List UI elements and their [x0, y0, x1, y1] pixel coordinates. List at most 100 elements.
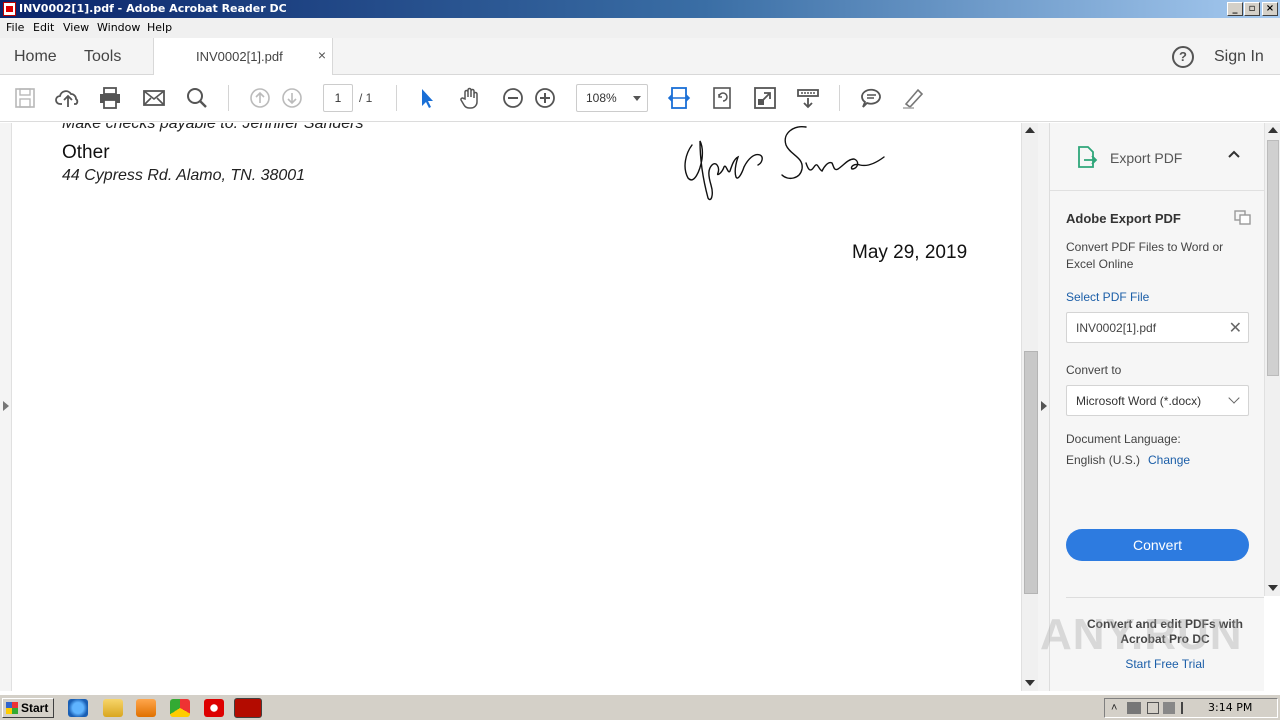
email-icon[interactable]	[141, 85, 167, 111]
toolbar-separator	[396, 85, 397, 111]
full-screen-icon[interactable]	[752, 85, 778, 111]
document-date: May 29, 2019	[852, 242, 968, 263]
tab-tools[interactable]: Tools	[84, 48, 121, 66]
close-tab-icon[interactable]: ×	[318, 47, 326, 63]
title-bar: INV0002[1].pdf - Adobe Acrobat Reader DC…	[0, 0, 1280, 18]
convert-button[interactable]: Convert	[1066, 529, 1249, 561]
export-pdf-pane: Export PDF Adobe Export PDF Convert PDF …	[1050, 123, 1264, 691]
next-page-icon[interactable]	[279, 85, 305, 111]
anyrun-watermark: ANY.RUN	[1040, 610, 1243, 659]
copy-icon[interactable]	[1234, 210, 1252, 226]
scroll-up-icon[interactable]	[1025, 127, 1035, 133]
tab-home[interactable]: Home	[14, 48, 57, 66]
show-hidden-icons-icon[interactable]: ˄	[1111, 702, 1117, 714]
close-window-button[interactable]: ×	[1262, 2, 1278, 16]
tab-document[interactable]: INV0002[1].pdf ×	[153, 38, 333, 75]
chevron-up-icon[interactable]	[1228, 148, 1240, 160]
menu-bar: File Edit View Window Help	[0, 18, 1280, 38]
signature-image	[684, 126, 885, 201]
opera-icon[interactable]	[204, 699, 224, 717]
zoom-level-value: 108%	[586, 91, 617, 105]
sign-in-link[interactable]: Sign In	[1214, 48, 1264, 66]
rotate-icon[interactable]	[709, 85, 735, 111]
start-button[interactable]: Start	[2, 698, 54, 718]
document-language-label: Document Language:	[1066, 432, 1181, 446]
scroll-down-icon[interactable]	[1268, 585, 1278, 591]
save-icon[interactable]	[12, 85, 38, 111]
export-description: Convert PDF Files to Word or Excel Onlin…	[1066, 240, 1224, 271]
select-pdf-file-link[interactable]: Select PDF File	[1066, 290, 1149, 304]
flag-icon[interactable]	[1181, 702, 1193, 714]
prev-page-icon[interactable]	[247, 85, 273, 111]
scroll-down-icon[interactable]	[1025, 680, 1035, 686]
selected-file-field[interactable]: INV0002[1].pdf ✕	[1066, 312, 1249, 343]
taskbar: Start ˄ 3:14 PM	[0, 694, 1280, 720]
print-icon[interactable]	[97, 85, 123, 111]
adobe-export-heading: Adobe Export PDF	[1066, 211, 1181, 226]
toolbar-separator	[228, 85, 229, 111]
help-icon[interactable]: ?	[1172, 46, 1194, 68]
export-pdf-header[interactable]: Export PDF	[1050, 123, 1264, 191]
media-player-icon[interactable]	[136, 699, 156, 717]
left-panel-toggle[interactable]	[0, 123, 12, 691]
scroll-up-icon[interactable]	[1268, 127, 1278, 133]
select-arrow-icon[interactable]	[414, 85, 440, 111]
internet-explorer-icon[interactable]	[68, 699, 88, 717]
tab-bar: Home Tools INV0002[1].pdf × ? Sign In	[0, 38, 1280, 75]
convert-to-label: Convert to	[1066, 363, 1122, 377]
clock: 3:14 PM	[1208, 701, 1253, 714]
window-title: INV0002[1].pdf - Adobe Acrobat Reader DC	[19, 2, 287, 15]
convert-format-value: Microsoft Word (*.docx)	[1076, 394, 1202, 408]
clear-file-icon[interactable]: ✕	[1229, 318, 1242, 338]
scrollbar-thumb[interactable]	[1267, 140, 1279, 376]
start-label: Start	[21, 701, 49, 715]
page-total: / 1	[359, 91, 373, 105]
restore-button[interactable]: ▫	[1244, 2, 1260, 16]
zoom-out-icon[interactable]	[500, 85, 526, 111]
menu-edit[interactable]: Edit	[33, 21, 54, 34]
hand-icon[interactable]	[457, 85, 483, 111]
comment-icon[interactable]	[858, 85, 884, 111]
menu-window[interactable]: Window	[97, 21, 140, 34]
read-mode-icon[interactable]	[795, 85, 821, 111]
document-viewer[interactable]: Make checks payable to: Jennifer Sanders…	[0, 123, 1021, 691]
export-pdf-icon	[1078, 146, 1098, 168]
change-language-link[interactable]: Change	[1148, 453, 1190, 467]
right-pane-toggle[interactable]	[1038, 123, 1050, 691]
document-address: 44 Cypress Rd. Alamo, TN. 38001	[62, 167, 306, 184]
acrobat-taskbar-icon[interactable]	[234, 698, 262, 718]
chevron-down-icon	[633, 96, 641, 101]
acrobat-app-icon	[3, 2, 16, 16]
document-heading-other: Other	[62, 142, 110, 163]
document-tab-label: INV0002[1].pdf	[196, 49, 283, 64]
search-icon[interactable]	[184, 85, 210, 111]
zoom-level-select[interactable]: 108%	[576, 84, 648, 112]
chevron-right-icon	[3, 401, 9, 411]
menu-file[interactable]: File	[6, 21, 24, 34]
page-number-input[interactable]: 1	[323, 84, 353, 112]
menu-help[interactable]: Help	[147, 21, 172, 34]
fit-width-icon[interactable]	[666, 85, 692, 111]
divider	[1066, 597, 1264, 598]
display-icon[interactable]	[1147, 702, 1159, 714]
scrollbar-thumb[interactable]	[1024, 351, 1038, 594]
chevron-down-icon	[1228, 392, 1240, 404]
pane-scrollbar[interactable]	[1264, 123, 1280, 596]
windows-logo-icon	[6, 702, 18, 714]
chrome-icon[interactable]	[170, 699, 190, 717]
export-pdf-title: Export PDF	[1110, 150, 1183, 166]
chevron-right-icon	[1041, 401, 1047, 411]
menu-view[interactable]: View	[63, 21, 89, 34]
zoom-in-icon[interactable]	[532, 85, 558, 111]
folder-icon[interactable]	[103, 699, 123, 717]
volume-icon[interactable]	[1163, 702, 1175, 714]
toolbar: 1 / 1 108%	[0, 75, 1280, 122]
minimize-button[interactable]: _	[1227, 2, 1243, 16]
highlight-icon[interactable]	[900, 85, 926, 111]
toolbar-separator	[839, 85, 840, 111]
cloud-upload-icon[interactable]	[55, 85, 81, 111]
convert-format-select[interactable]: Microsoft Word (*.docx)	[1066, 385, 1249, 416]
network-icon[interactable]	[1127, 702, 1141, 714]
document-language-value: English (U.S.)	[1066, 453, 1141, 467]
document-scrollbar[interactable]	[1021, 123, 1038, 691]
